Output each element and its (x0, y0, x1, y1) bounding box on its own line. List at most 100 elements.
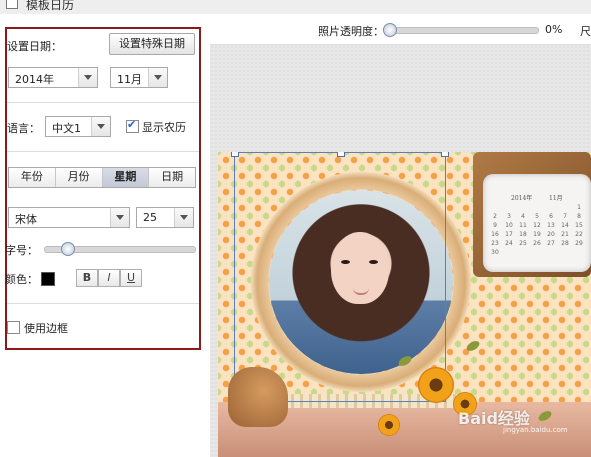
tab-month[interactable]: 月份 (55, 168, 103, 187)
opacity-slider-track[interactable] (385, 27, 539, 34)
resize-handle[interactable] (337, 152, 345, 157)
opacity-slider-handle[interactable] (383, 23, 397, 37)
calendar-day: 3 (507, 213, 511, 220)
year-select-value: 2014年 (15, 73, 54, 86)
divider (7, 302, 199, 304)
calendar-day: 30 (491, 249, 499, 256)
font-select-value: 宋体 (15, 213, 37, 226)
calendar-day: 27 (547, 240, 555, 247)
calendar-day: 21 (561, 231, 569, 238)
month-select-value: 11月 (117, 73, 142, 86)
calendar-days-grid: 1 2 3 4 5 6 7 8 9 10 11 12 13 14 15 16 17 18 19 20 21 22 23 24 2… (488, 204, 586, 258)
calendar-day (572, 249, 586, 258)
calendar-day (502, 249, 516, 258)
calendar-day: 7 (563, 213, 567, 220)
language-select-value: 中文1 (52, 122, 81, 135)
month-select[interactable]: 11月 (110, 67, 168, 88)
calendar-day (544, 204, 558, 213)
calendar-app-icon (6, 0, 18, 9)
font-size-select-value: 25 (143, 211, 157, 224)
calendar-day: 8 (577, 213, 581, 220)
tab-weekday[interactable]: 星期 (102, 168, 150, 187)
calendar-day: 6 (549, 213, 553, 220)
calendar-day: 2 (493, 213, 497, 220)
calendar-week-row: 23 24 25 26 27 28 29 (488, 240, 586, 249)
settings-panel: 设置日期： 设置特殊日期 2014年 11月 语言： 中文1 显示农历 年份 月… (0, 14, 210, 457)
chevron-down-icon (148, 68, 167, 87)
calendar-day: 9 (493, 222, 497, 229)
calendar-day: 28 (561, 240, 569, 247)
calendar-day (530, 204, 544, 213)
chevron-down-icon (91, 117, 110, 136)
calendar-day (516, 204, 530, 213)
font-size-label: 字号： (5, 244, 38, 257)
calendar-day: 20 (547, 231, 555, 238)
calendar-year: 2014年 (511, 195, 533, 202)
year-select[interactable]: 2014年 (8, 67, 98, 88)
tab-day[interactable]: 日期 (149, 168, 195, 187)
resize-handle[interactable] (441, 152, 449, 157)
resize-handle[interactable] (231, 152, 239, 157)
show-lunar-label: 显示农历 (142, 121, 186, 134)
calendar-day: 5 (535, 213, 539, 220)
calendar-day: 16 (491, 231, 499, 238)
calendar-day: 12 (533, 222, 541, 229)
calendar-day: 14 (561, 222, 569, 229)
calendar-day: 29 (575, 240, 583, 247)
calendar-week-row: 1 (488, 204, 586, 213)
calendar-day: 26 (533, 240, 541, 247)
calendar-day (558, 249, 572, 258)
underline-button[interactable]: U (120, 269, 142, 287)
opacity-label: 照片透明度： (318, 25, 384, 38)
calendar-day (488, 204, 502, 213)
set-special-date-button[interactable]: 设置特殊日期 (109, 33, 195, 55)
calendar-month: 11月 (549, 195, 563, 202)
calendar-day: 19 (533, 231, 541, 238)
language-select[interactable]: 中文1 (45, 116, 111, 137)
calendar-day (558, 204, 572, 213)
calendar-day: 25 (519, 240, 527, 247)
calendar-day: 15 (575, 222, 583, 229)
flower-decoration (418, 367, 454, 403)
calendar-day: 1 (577, 204, 581, 211)
watermark-url: jingyan.baidu.com (503, 426, 568, 434)
leaf-decoration (464, 339, 482, 353)
language-label: 语言： (7, 122, 40, 135)
calendar-day: 18 (519, 231, 527, 238)
calendar-day (502, 204, 516, 213)
calendar-day: 13 (547, 222, 555, 229)
calendar-template-preview[interactable]: 2014年 11月 1 2 3 4 5 6 7 8 9 10 11 12 13 14 15 16 17 18 19 2… (218, 152, 591, 457)
calendar-day: 22 (575, 231, 583, 238)
calendar-day: 4 (521, 213, 525, 220)
opacity-value: 0% (545, 23, 563, 36)
preview-canvas[interactable]: 2014年 11月 1 2 3 4 5 6 7 8 9 10 11 12 13 14 15 16 17 18 19 2… (210, 45, 591, 457)
calendar-day (516, 249, 530, 258)
calendar-week-row: 16 17 18 19 20 21 22 (488, 231, 586, 240)
chevron-down-icon (110, 208, 129, 227)
calendar-day (530, 249, 544, 258)
set-date-label: 设置日期： (7, 40, 62, 53)
preview-toolbar: 照片透明度： 0% 尺 (210, 14, 591, 45)
italic-button[interactable]: I (98, 269, 120, 287)
use-border-checkbox[interactable] (7, 321, 20, 334)
font-size-select[interactable]: 25 (136, 207, 194, 228)
format-tabs: 年份 月份 星期 日期 (8, 167, 196, 188)
calendar-day (544, 249, 558, 258)
title-bar: 模板日历 (0, 0, 591, 15)
font-select[interactable]: 宋体 (8, 207, 130, 228)
squirrel-decoration (228, 367, 288, 427)
use-border-label: 使用边框 (24, 322, 68, 335)
calendar-week-row: 30 (488, 249, 586, 258)
photo-selection-box[interactable] (231, 152, 449, 402)
color-swatch[interactable] (41, 272, 55, 286)
calendar-day: 17 (505, 231, 513, 238)
show-lunar-checkbox[interactable] (126, 118, 139, 133)
calendar-day: 11 (519, 222, 527, 229)
tab-year[interactable]: 年份 (9, 168, 56, 187)
calendar-week-row: 9 10 11 12 13 14 15 (488, 222, 586, 231)
bold-button[interactable]: B (76, 269, 98, 287)
flower-decoration (378, 414, 400, 436)
font-size-slider-handle[interactable] (60, 242, 75, 256)
calendar-day: 24 (505, 240, 513, 247)
calendar-day: 10 (505, 222, 513, 229)
